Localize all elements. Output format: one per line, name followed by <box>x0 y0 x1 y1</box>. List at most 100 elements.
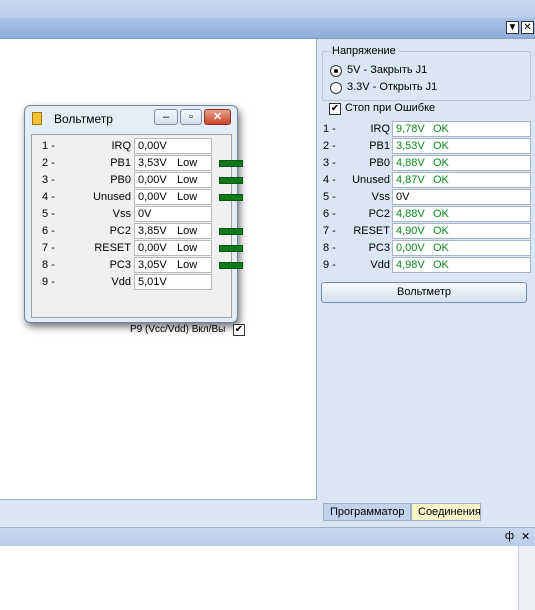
output-panel-titlebar: ф ✕ <box>0 527 535 546</box>
chip-icon <box>32 112 42 125</box>
pin-number: 2 - <box>42 157 55 169</box>
voltmeter-row: 9 - Vdd 5,01V <box>32 274 231 291</box>
pin-number: 8 - <box>42 259 55 271</box>
voltage-group-title: Напряжение <box>330 45 398 57</box>
status-led-indicator <box>219 262 243 269</box>
voltmeter-row: 7 - RESET 0,00V Low <box>32 240 243 257</box>
pin-name: Unused <box>352 174 390 186</box>
minimize-button[interactable]: – <box>154 109 178 125</box>
vcc-toggle-checkbox[interactable]: ✔ <box>233 324 245 336</box>
pin-voltage: 0V <box>138 208 152 220</box>
pin-number: 7 - <box>42 242 55 254</box>
status-led-indicator <box>219 177 243 184</box>
close-icon[interactable]: ✕ <box>521 530 530 543</box>
pin-name: PC3 <box>368 242 390 254</box>
pin-reading-box: 0,00V <box>134 138 212 154</box>
pin-number: 1 - <box>42 140 55 152</box>
pin-voltage: 0,00V <box>396 242 425 254</box>
voltmeter-button[interactable]: Вольтметр <box>321 282 527 303</box>
stop-on-error-checkbox[interactable]: ✔ <box>329 103 341 115</box>
voltmeter-row: 6 - PC2 3,85V Low <box>32 223 243 240</box>
pin-row: 5 - Vss 0V <box>320 189 531 206</box>
pin-status: OK <box>433 157 449 169</box>
pin-status: Low <box>177 242 198 254</box>
pin-reading-box: 3,53V Low <box>134 155 212 171</box>
pin-status: Low <box>177 259 198 271</box>
pin-name: RESET <box>94 242 131 254</box>
pin-status: Low <box>177 225 198 237</box>
pin-number: 3 - <box>42 174 55 186</box>
pin-voltage: 5,01V <box>138 276 167 288</box>
pin-name: IRQ <box>370 123 390 135</box>
voltmeter-titlebar[interactable]: Вольтметр – ▫ ✕ <box>25 106 237 130</box>
pin-reading-box: 3,05V Low <box>134 257 212 273</box>
pin-voltage: 3,05V <box>138 259 167 271</box>
pin-voltage: 4,90V <box>396 225 425 237</box>
pin-voltage: 0,00V <box>138 140 167 152</box>
pin-voltage: 4,88V <box>396 157 425 169</box>
pin-voltage: 4,87V <box>396 174 425 186</box>
pin-voltage: 4,88V <box>396 208 425 220</box>
pin-row: 4 - Unused 4,87V OK <box>320 172 531 189</box>
pin-voltage: 0,00V <box>138 191 167 203</box>
pin-status: Low <box>177 191 198 203</box>
pin-status: Low <box>177 174 198 186</box>
pin-number: 5 - <box>42 208 55 220</box>
tab-programmer[interactable]: Программатор <box>323 503 411 521</box>
pin-reading-box: 4,88V OK <box>392 155 531 171</box>
pin-name: Vss <box>371 191 390 203</box>
voltmeter-body: P9 (Vcc/Vdd) Вкл/Вы ✔ 1 - IRQ 0,00V 2 - PB1 3… <box>31 134 245 336</box>
pin-reading-box: 0,00V Low <box>134 240 212 256</box>
pin-row: 3 - PB0 4,88V OK <box>320 155 531 172</box>
pin-row: 2 - PB1 3,53V OK <box>320 138 531 155</box>
pin-row: 1 - IRQ 9,78V OK <box>320 121 531 138</box>
right-panel: Напряжение 5V - Закрыть J1 3.3V - Открыт… <box>317 39 535 499</box>
pin-name: PB1 <box>369 140 390 152</box>
pin-name: Vss <box>112 208 131 220</box>
pin-status: OK <box>433 242 449 254</box>
window-close-button[interactable]: ✕ <box>521 21 534 34</box>
pin-reading-box: 3,85V Low <box>134 223 212 239</box>
status-led-indicator <box>219 245 243 252</box>
pin-reading-box: 0V <box>134 206 212 222</box>
pin-status: OK <box>433 174 449 186</box>
pin-name: Unused <box>93 191 131 203</box>
output-panel <box>0 546 518 610</box>
panel-tabs: Программатор Соединения <box>317 503 535 521</box>
pin-voltage: 0,00V <box>138 174 167 186</box>
pin-row: 7 - RESET 4,90V OK <box>320 223 531 240</box>
pin-reading-box: 9,78V OK <box>392 121 531 137</box>
pin-number: 4 - <box>42 191 55 203</box>
maximize-button[interactable]: ▫ <box>180 109 202 125</box>
pin-reading-box: 0,00V OK <box>392 240 531 256</box>
close-button[interactable]: ✕ <box>204 109 231 125</box>
pin-name: Vdd <box>370 259 390 271</box>
pin-reading-box: 3,53V OK <box>392 138 531 154</box>
pin-name: PB0 <box>110 174 131 186</box>
radio-3v3[interactable] <box>330 82 342 94</box>
pin-status: Low <box>177 157 198 169</box>
voltage-group: Напряжение 5V - Закрыть J1 3.3V - Открыт… <box>322 45 531 101</box>
pin-name: PC3 <box>109 259 131 271</box>
pin-status: OK <box>433 140 449 152</box>
status-led-indicator <box>219 194 243 201</box>
pin-row: 8 - PC3 0,00V OK <box>320 240 531 257</box>
pin-voltage: 0V <box>396 191 410 203</box>
pin-number: 6 - <box>42 225 55 237</box>
pin-status: OK <box>433 259 449 271</box>
window-menu-button[interactable]: ▼ <box>506 21 519 34</box>
pin-reading-box: 4,88V OK <box>392 206 531 222</box>
pin-name: PB1 <box>110 157 131 169</box>
stop-on-error-label: Стоп при Ошибке <box>345 102 436 114</box>
vertical-scrollbar[interactable] <box>518 546 535 610</box>
pin-reading-box: 0V <box>392 189 531 205</box>
tab-connections[interactable]: Соединения <box>411 503 481 521</box>
pin-name: PC2 <box>109 225 131 237</box>
pin-row: 6 - PC2 4,88V OK <box>320 206 531 223</box>
pin-icon[interactable]: ф <box>505 530 514 542</box>
radio-selected-dot <box>334 69 338 73</box>
top-toolbar-strip <box>0 0 535 18</box>
pin-row: 9 - Vdd 4,98V OK <box>320 257 531 274</box>
pin-name: PB0 <box>369 157 390 169</box>
radio-5v[interactable] <box>330 65 342 77</box>
